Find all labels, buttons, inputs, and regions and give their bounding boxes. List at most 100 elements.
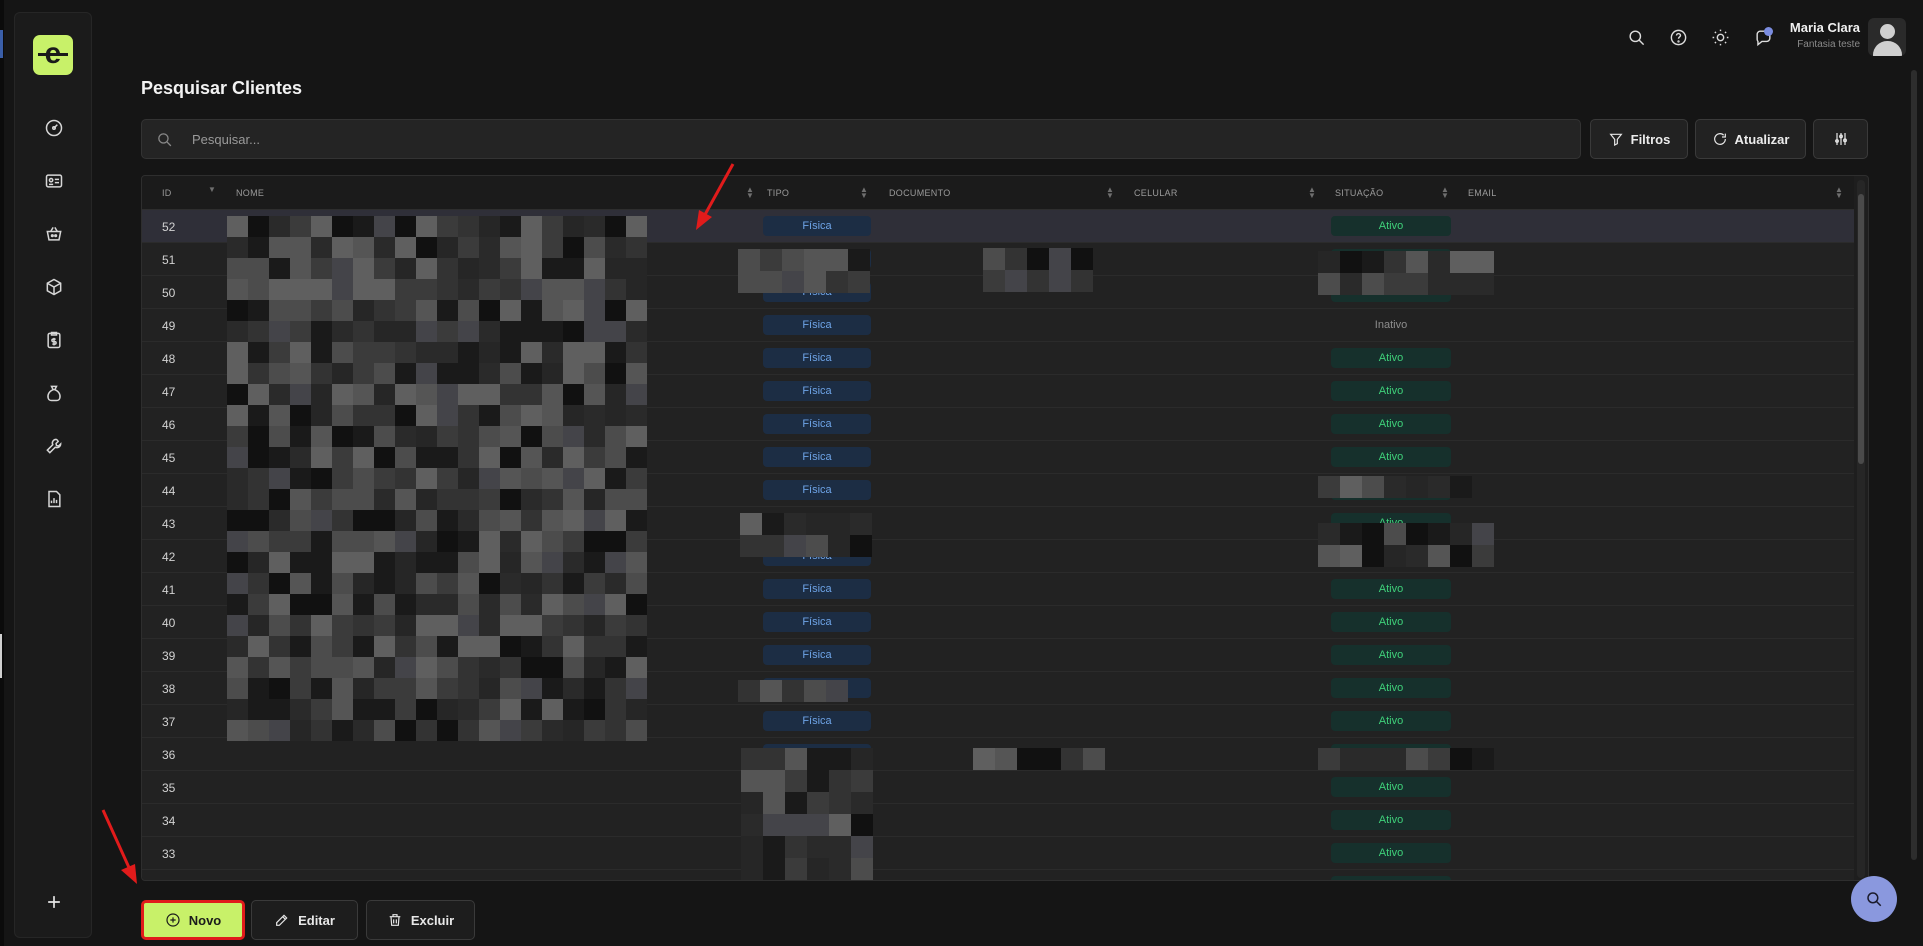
id-card-icon[interactable]: [41, 168, 67, 194]
table-row[interactable]: 32FísicaAtivo: [142, 870, 1854, 880]
dashboard-gauge-icon[interactable]: [41, 115, 67, 141]
redaction-pixel: [269, 279, 290, 300]
redaction-pixel: [416, 237, 437, 258]
money-bag-icon[interactable]: [41, 380, 67, 406]
sort-icon[interactable]: ▲ ▼: [1835, 186, 1843, 200]
delete-button[interactable]: Excluir: [366, 900, 475, 940]
sun-icon[interactable]: [1707, 24, 1733, 50]
redaction-pixel: [500, 363, 521, 384]
redaction-pixel: [437, 615, 458, 636]
redaction-pixel: [563, 279, 584, 300]
redaction-pixel: [248, 258, 269, 279]
redaction-pixel: [806, 535, 828, 557]
redaction-pixel: [500, 447, 521, 468]
redaction-pixel: [290, 426, 311, 447]
search-field[interactable]: [141, 119, 1581, 159]
table-row[interactable]: 33FísicaAtivo: [142, 837, 1854, 870]
redaction-pixel: [584, 720, 605, 741]
cell-id: 46: [162, 418, 176, 432]
search-input[interactable]: [192, 120, 1572, 158]
sort-desc-icon[interactable]: ▼: [208, 186, 216, 194]
sort-icon[interactable]: ▲ ▼: [1308, 186, 1316, 200]
column-header-nome[interactable]: NOME: [236, 188, 264, 198]
page-scrollbar[interactable]: [1911, 70, 1917, 860]
redaction-pixel: [626, 657, 647, 678]
table-scrollbar-thumb[interactable]: [1858, 194, 1864, 464]
redaction-pixel: [479, 342, 500, 363]
redaction-pixel: [542, 237, 563, 258]
report-chart-icon[interactable]: [41, 486, 67, 512]
sort-icon[interactable]: ▲ ▼: [1106, 186, 1114, 200]
redaction-pixel: [395, 363, 416, 384]
redaction-pixel: [1318, 251, 1340, 273]
column-header-situacao[interactable]: SITUAÇÃO: [1335, 188, 1383, 198]
new-client-button[interactable]: Novo: [141, 900, 245, 940]
help-icon[interactable]: [1665, 24, 1691, 50]
redaction-pixel: [829, 748, 851, 770]
annotation-arrow: [696, 163, 735, 230]
table-row[interactable]: 35JurídicaAtivo: [142, 771, 1854, 804]
sort-icon[interactable]: ▲ ▼: [1441, 186, 1449, 200]
tipo-badge: Física: [763, 645, 871, 665]
redaction-pixel: [584, 594, 605, 615]
redaction-pixel: [542, 258, 563, 279]
redaction-pixel: [584, 699, 605, 720]
redaction-pixel: [458, 405, 479, 426]
filters-button[interactable]: Filtros: [1590, 119, 1688, 159]
redaction-pixel: [311, 426, 332, 447]
plus-icon[interactable]: [41, 889, 67, 915]
user-name[interactable]: Maria Clara: [1760, 20, 1860, 35]
floating-search-button[interactable]: [1851, 876, 1897, 922]
column-header-email[interactable]: EMAIL: [1468, 188, 1497, 198]
edit-button[interactable]: Editar: [251, 900, 358, 940]
column-header-tipo[interactable]: TIPO: [767, 188, 789, 198]
column-header-id[interactable]: ID: [162, 188, 172, 198]
redaction-pixel: [500, 468, 521, 489]
app-logo[interactable]: e: [33, 35, 73, 75]
redaction-pixel: [479, 678, 500, 699]
box-icon[interactable]: [41, 274, 67, 300]
sort-icon[interactable]: ▲ ▼: [860, 186, 868, 200]
redaction-pixel: [1362, 251, 1384, 273]
basket-icon[interactable]: [41, 221, 67, 247]
redaction-pixel: [353, 447, 374, 468]
status-badge: Ativo: [1331, 348, 1451, 368]
redaction-pixel: [227, 489, 248, 510]
redaction-pixel: [395, 594, 416, 615]
redaction-pixel: [227, 594, 248, 615]
column-settings-button[interactable]: [1813, 119, 1868, 159]
redaction-pixel: [542, 552, 563, 573]
redaction-pixel: [248, 720, 269, 741]
redaction-pixel: [395, 447, 416, 468]
column-header-celular[interactable]: CELULAR: [1134, 188, 1178, 198]
redaction-pixel: [584, 468, 605, 489]
avatar[interactable]: [1868, 18, 1906, 56]
sort-icon[interactable]: ▲ ▼: [746, 186, 754, 200]
redaction-pixel: [521, 216, 542, 237]
redaction-pixel: [584, 531, 605, 552]
redaction-pixel: [458, 321, 479, 342]
redaction-pixel: [500, 552, 521, 573]
search-icon[interactable]: [1623, 24, 1649, 50]
redaction-pixel: [542, 300, 563, 321]
redaction-pixel: [479, 699, 500, 720]
clipboard-money-icon[interactable]: [41, 327, 67, 353]
redaction-pixel: [311, 300, 332, 321]
redaction-pixel: [269, 447, 290, 468]
redaction-pixel: [227, 720, 248, 741]
redaction-pixel: [290, 636, 311, 657]
redaction-pixel: [416, 552, 437, 573]
redaction-pixel: [227, 510, 248, 531]
redaction-pixel: [374, 384, 395, 405]
column-header-documento[interactable]: DOCUMENTO: [889, 188, 951, 198]
refresh-button[interactable]: Atualizar: [1695, 119, 1806, 159]
redaction-pixel: [437, 447, 458, 468]
wrench-icon[interactable]: [41, 433, 67, 459]
redaction-pixel: [826, 249, 848, 271]
redaction-pixel: [458, 237, 479, 258]
redaction-pixel: [374, 699, 395, 720]
table-row[interactable]: 34FísicaAtivo: [142, 804, 1854, 837]
redaction-pixel: [311, 573, 332, 594]
redaction-pixel: [563, 468, 584, 489]
redaction-pixel: [500, 279, 521, 300]
